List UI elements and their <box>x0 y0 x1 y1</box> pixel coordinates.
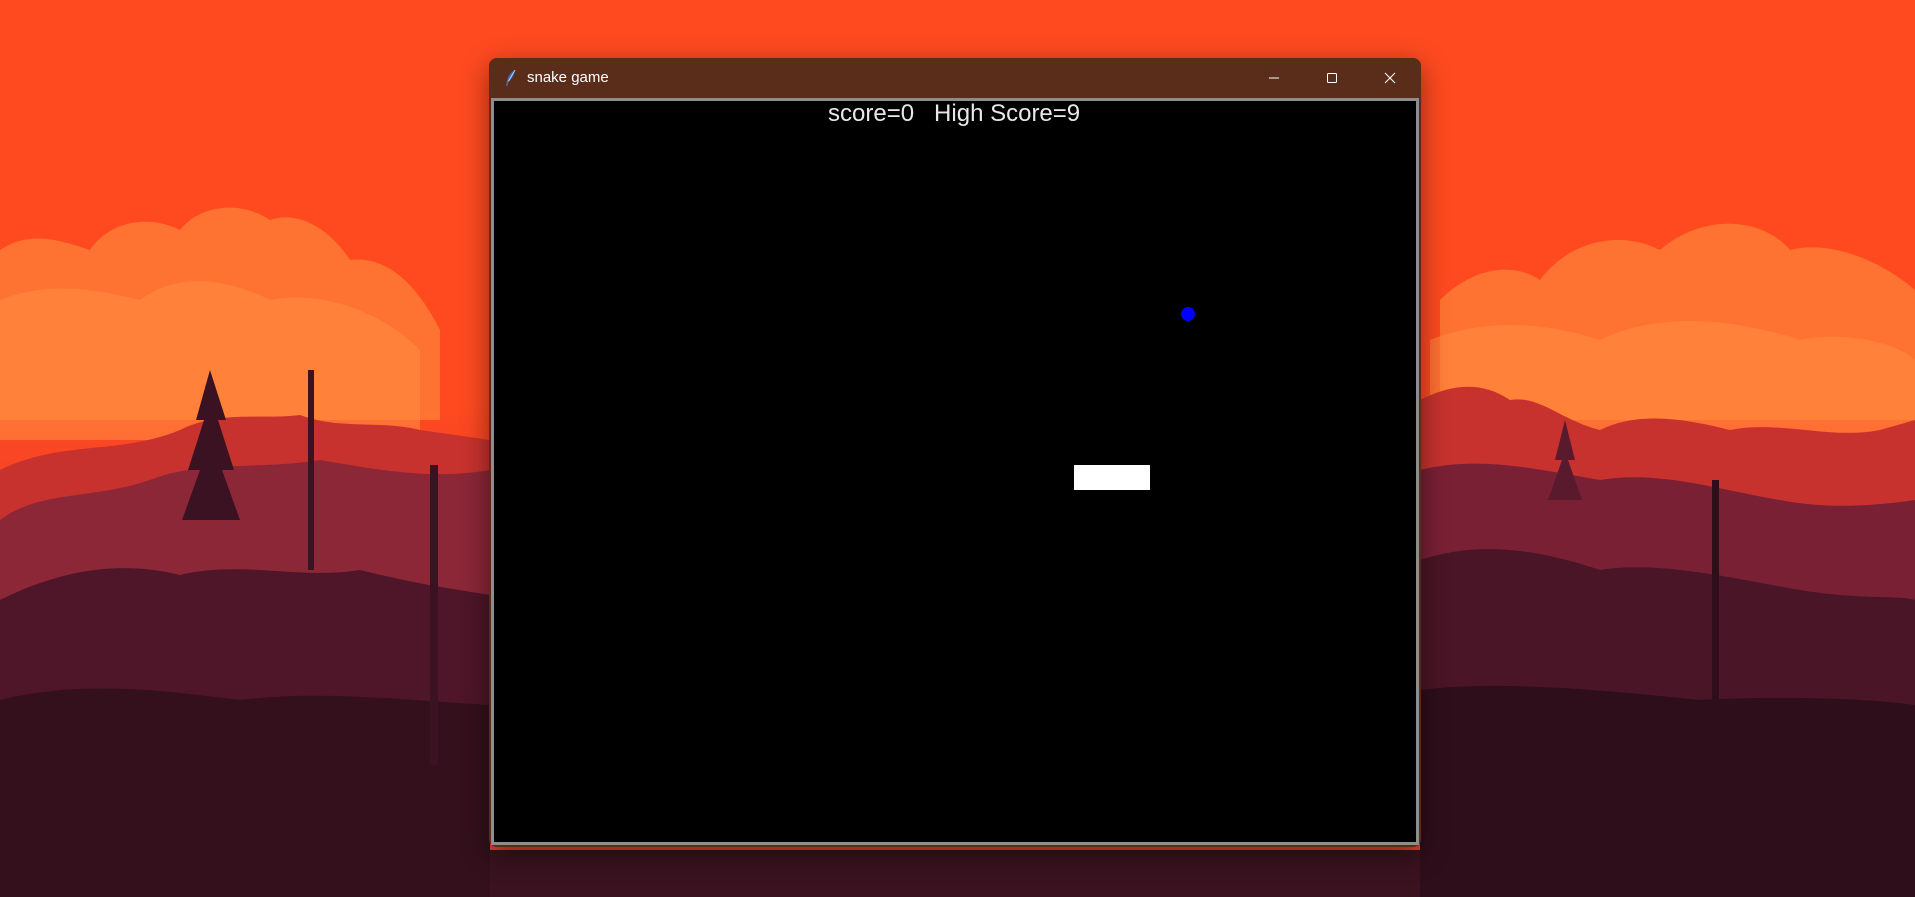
app-window: snake game score=0 High Score=9 <box>489 58 1421 847</box>
scoreboard: score=0 High Score=9 <box>494 101 1416 131</box>
close-button[interactable] <box>1361 58 1419 98</box>
snake-head <box>1124 465 1151 490</box>
snake <box>1074 465 1151 490</box>
score-text: score=0 High Score=9 <box>828 101 1081 127</box>
food-pellet <box>1181 307 1195 321</box>
snake-segment <box>1074 465 1100 490</box>
minimize-button[interactable] <box>1245 58 1303 98</box>
minimize-icon <box>1269 77 1279 79</box>
title-bar[interactable]: snake game <box>489 58 1421 98</box>
close-icon <box>1384 72 1396 84</box>
snake-segment <box>1099 465 1126 490</box>
desktop: snake game score=0 High Score=9 <box>0 0 1915 897</box>
maximize-button[interactable] <box>1303 58 1361 98</box>
window-title: snake game <box>527 69 609 86</box>
game-canvas[interactable]: score=0 High Score=9 <box>494 101 1416 842</box>
window-client-area: score=0 High Score=9 <box>491 98 1419 845</box>
feather-icon <box>506 69 516 86</box>
maximize-icon <box>1327 73 1337 83</box>
